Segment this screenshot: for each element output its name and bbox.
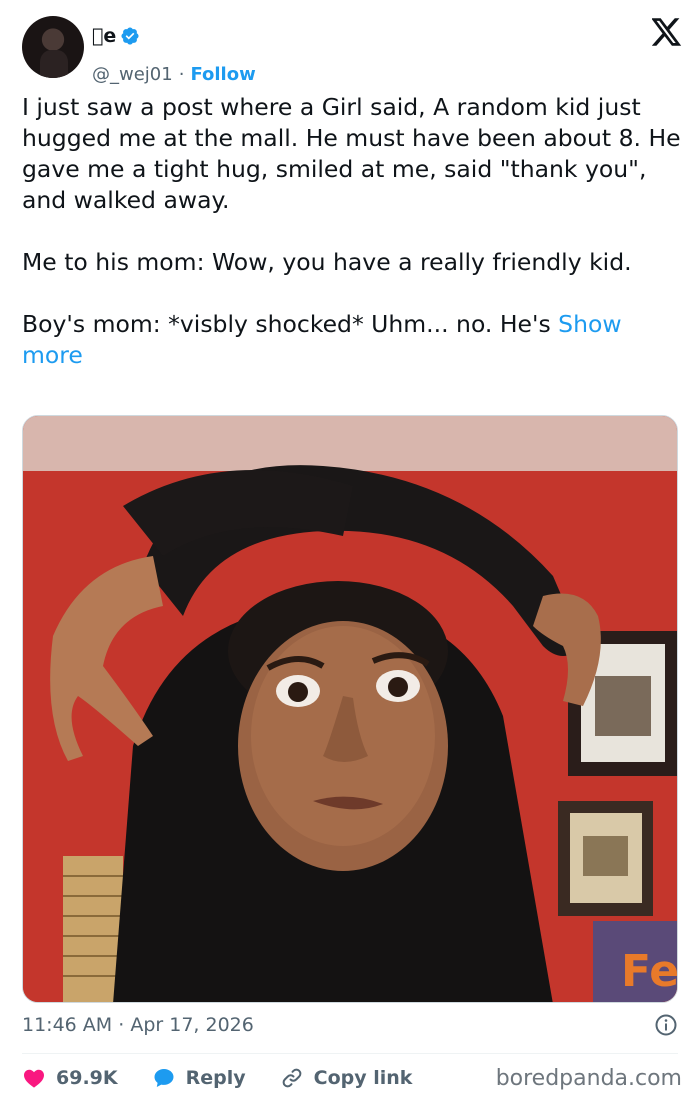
handle[interactable]: @_wej01 xyxy=(92,64,173,85)
verified-badge-icon xyxy=(121,27,139,45)
link-icon xyxy=(282,1068,301,1088)
divider xyxy=(22,1053,678,1054)
tweet-actions: 69.9K Reply Copy link xyxy=(22,1062,446,1094)
like-count: 69.9K xyxy=(56,1067,118,1089)
tweet-paragraph-text: Boy's mom: *visbly shocked* Uhm... no. H… xyxy=(22,310,559,338)
tweet-date: Apr 17, 2026 xyxy=(130,1014,254,1036)
follow-button[interactable]: Follow xyxy=(190,64,255,85)
copy-link-button[interactable]: Copy link xyxy=(280,1066,413,1090)
svg-text:Fe: Fe xyxy=(621,946,678,997)
meta-separator: · xyxy=(118,1014,125,1036)
heart-icon xyxy=(24,1069,44,1088)
reply-button[interactable]: Reply xyxy=(152,1066,246,1090)
tweet-timestamp[interactable]: 11:46 AM · Apr 17, 2026 xyxy=(22,1014,254,1036)
tweet-paragraph: Me to his mom: Wow, you have a really fr… xyxy=(22,248,632,276)
reply-bubble-icon xyxy=(154,1069,174,1087)
info-icon[interactable] xyxy=(654,1013,678,1037)
tweet-paragraph: I just saw a post where a Girl said, A r… xyxy=(22,93,681,214)
reply-label: Reply xyxy=(185,1067,246,1089)
x-logo-icon[interactable] xyxy=(652,18,682,46)
handle-separator: · xyxy=(178,64,185,85)
tweet-time: 11:46 AM xyxy=(22,1014,113,1036)
tweet-paragraph-last: Boy's mom: *visbly shocked* Uhm... no. H… xyxy=(22,309,682,371)
author-name-row: e xyxy=(92,24,140,48)
avatar[interactable] xyxy=(22,16,84,78)
tweet-media-photo[interactable]: Fe xyxy=(22,415,678,1003)
copy-link-label: Copy link xyxy=(313,1067,413,1089)
photo-illustration: Fe xyxy=(23,416,678,1002)
tweet-header: e @_wej01 · Follow xyxy=(22,16,682,85)
handle-row: @_wej01 · Follow xyxy=(92,64,256,85)
watermark: boredpanda.com xyxy=(495,1066,682,1091)
like-button[interactable]: 69.9K xyxy=(22,1066,118,1090)
tweet-text: I just saw a post where a Girl said, A r… xyxy=(22,92,682,371)
display-name[interactable]: e xyxy=(92,25,116,47)
